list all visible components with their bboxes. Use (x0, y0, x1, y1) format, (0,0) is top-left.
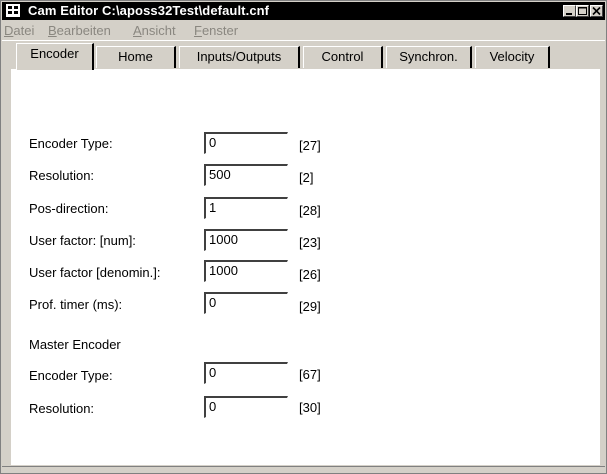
prof-timer-code: [29] (299, 299, 321, 314)
resolution-input[interactable]: 500 (204, 164, 288, 186)
tab-home-label: Home (118, 49, 153, 64)
tab-encoder-label: Encoder (30, 46, 79, 61)
pos-direction-input[interactable]: 1 (204, 197, 288, 219)
pos-direction-label: Pos-direction: (29, 201, 109, 216)
minimize-button[interactable] (563, 5, 576, 17)
tab-inputs-outputs[interactable]: Inputs/Outputs (179, 46, 300, 68)
menu-bearbeiten[interactable]: Bearbeiten (48, 23, 111, 38)
resolution-code: [2] (299, 170, 314, 185)
maximize-button[interactable] (576, 5, 589, 17)
close-button[interactable] (590, 5, 603, 17)
master-resolution-label: Resolution: (29, 401, 95, 416)
tab-velocity[interactable]: Velocity (475, 46, 550, 68)
master-encoder-type-code: [67] (299, 367, 321, 382)
tab-inputs-outputs-label: Inputs/Outputs (196, 49, 282, 64)
master-resolution-input[interactable]: 0 (204, 396, 288, 418)
user-factor-num-input[interactable]: 1000 (204, 229, 288, 251)
menu-ansicht[interactable]: Ansicht (133, 23, 176, 38)
user-factor-denomin-input[interactable]: 1000 (204, 260, 288, 282)
user-factor-num-code: [23] (299, 235, 321, 250)
close-icon (592, 6, 601, 16)
maximize-icon (578, 7, 587, 15)
menu-fenster[interactable]: Fenster (194, 23, 238, 38)
tab-encoder[interactable]: Encoder (16, 43, 94, 70)
encoder-type-input[interactable]: 0 (204, 132, 288, 154)
tab-home[interactable]: Home (96, 46, 176, 68)
window-title: Cam Editor C:\aposs32Test\default.cnf (28, 3, 270, 18)
tab-velocity-label: Velocity (489, 49, 535, 64)
tab-control[interactable]: Control (303, 46, 383, 68)
user-factor-denomin-label: User factor [denomin.]: (29, 265, 161, 280)
encoder-type-label: Encoder Type: (29, 136, 113, 151)
tab-synchron-label: Synchron. (399, 49, 458, 64)
resolution-label: Resolution: (29, 168, 95, 183)
minimize-icon (566, 13, 572, 15)
tab-control-label: Control (321, 49, 364, 64)
menu-bar: Datei Bearbeiten Ansicht Fenster (2, 20, 605, 41)
tab-strip: Encoder Home Inputs/Outputs Control Sync… (11, 43, 601, 70)
menu-datei[interactable]: Datei (4, 23, 34, 38)
master-resolution-code: [30] (299, 400, 321, 415)
app-icon[interactable] (6, 4, 20, 17)
prof-timer-label: Prof. timer (ms): (29, 297, 123, 312)
tab-synchron[interactable]: Synchron. (386, 46, 472, 68)
prof-timer-input[interactable]: 0 (204, 292, 288, 314)
user-factor-num-label: User factor: [num]: (29, 233, 136, 248)
encoder-type-code: [27] (299, 138, 321, 153)
master-encoder-type-input[interactable]: 0 (204, 362, 288, 384)
panel-divider (2, 466, 605, 467)
user-factor-denomin-code: [26] (299, 267, 321, 282)
title-bar[interactable]: Cam Editor C:\aposs32Test\default.cnf (2, 2, 605, 20)
cam-editor-window: Cam Editor C:\aposs32Test\default.cnf Da… (0, 0, 607, 474)
pos-direction-code: [28] (299, 203, 321, 218)
master-encoder-type-label: Encoder Type: (29, 368, 113, 383)
master-encoder-heading: Master Encoder (29, 337, 121, 352)
